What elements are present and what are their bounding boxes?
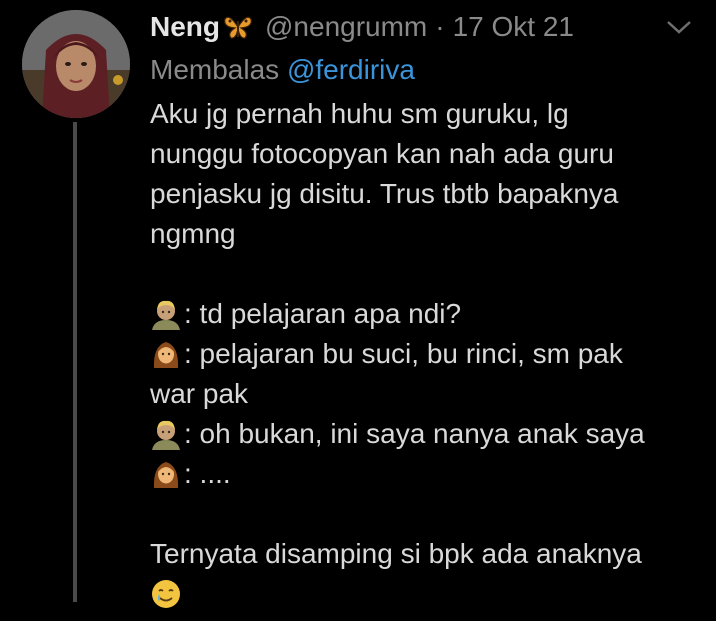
man-blond-emoji: [150, 298, 182, 330]
dialogue-text: : pelajaran bu suci, bu rinci, sm pak: [184, 338, 623, 369]
text-line: penjasku jg disitu. Trus tbtb bapaknya: [150, 178, 619, 209]
dialogue-line: : td pelajaran apa ndi?: [150, 294, 710, 334]
separator-dot: ·: [435, 11, 445, 42]
dialogue-text: : oh bukan, ini saya nanya anak saya: [184, 418, 645, 449]
author-handle[interactable]: @nengrumm: [265, 11, 427, 43]
butterfly-icon: [223, 13, 253, 41]
avatar[interactable]: [22, 10, 130, 118]
dialogue-text: : td pelajaran apa ndi?: [184, 298, 462, 329]
dialogue-line: : ....: [150, 454, 710, 494]
closing-emoji-line: [150, 574, 710, 614]
dialogue-line: : pelajaran bu suci, bu rinci, sm pak: [150, 334, 710, 374]
tweet-header: Neng @nengrumm · 17 Okt 21: [150, 6, 574, 48]
dialogue-text: war pak: [150, 378, 249, 409]
woman-emoji: [150, 338, 182, 370]
man-blond-emoji: [150, 418, 182, 450]
reply-mention-link[interactable]: @ferdiriva: [287, 54, 415, 85]
text-line: ngmng: [150, 218, 236, 249]
dialogue-text: : ....: [184, 458, 231, 489]
author-name[interactable]: Neng: [150, 11, 220, 43]
text-line: nunggu fotocopyan kan nah ada guru: [150, 138, 614, 169]
smiling-face-with-tear-emoji: [150, 578, 182, 610]
reply-to-line: Membalas @ferdiriva: [150, 50, 415, 90]
dialogue-line: war pak: [150, 374, 710, 414]
tweet-body: Aku jg pernah huhu sm guruku, lg nunggu …: [150, 94, 710, 614]
text-line: Aku jg pernah huhu sm guruku, lg: [150, 98, 569, 129]
woman-emoji: [150, 458, 182, 490]
chevron-down-icon[interactable]: [664, 18, 694, 36]
closing-line: Ternyata disamping si bpk ada anaknya: [150, 538, 642, 569]
dialogue-line: : oh bukan, ini saya nanya anak saya: [150, 414, 710, 454]
tweet-date[interactable]: 17 Okt 21: [453, 11, 574, 43]
thread-connector-line: [73, 122, 77, 602]
reply-prefix: Membalas: [150, 54, 280, 85]
